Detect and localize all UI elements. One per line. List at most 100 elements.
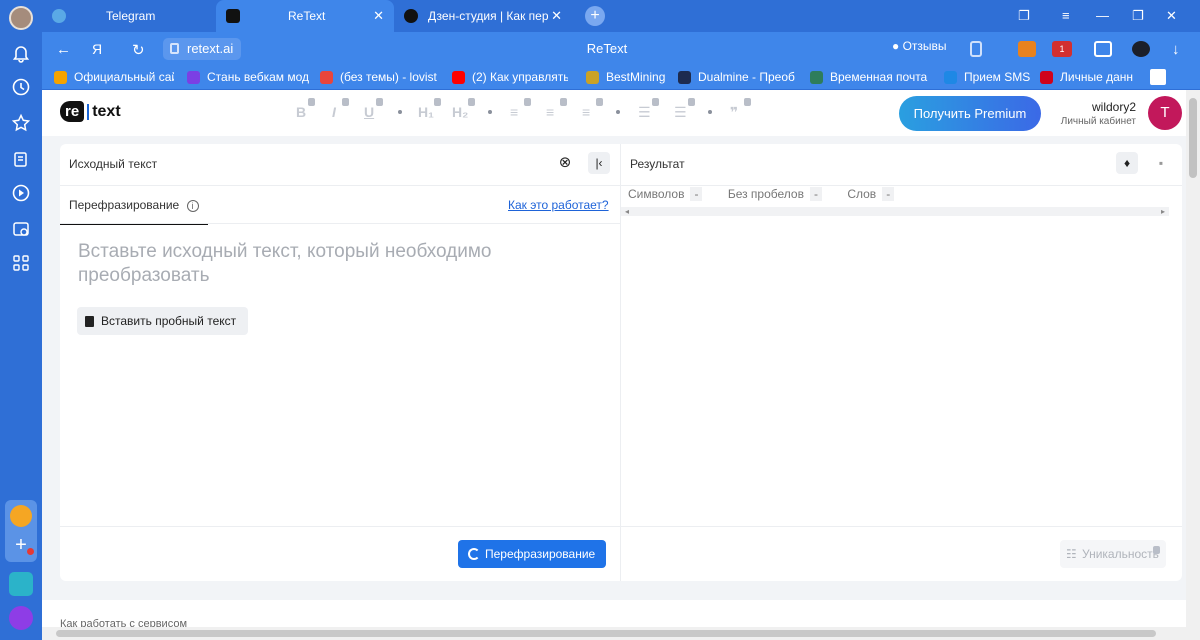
- lock-icon: [170, 43, 179, 54]
- reading-icon[interactable]: [1094, 41, 1112, 57]
- back-arrow-icon[interactable]: ←: [56, 41, 71, 58]
- stat-nospace-label: Без пробелов: [727, 187, 804, 201]
- new-tab-button[interactable]: +: [585, 6, 605, 26]
- refresh-icon: [468, 548, 480, 560]
- scroll-right-icon[interactable]: ▸: [1161, 207, 1165, 216]
- bookmark-item[interactable]: Личные данн: [1040, 70, 1136, 84]
- video-play-icon[interactable]: [10, 182, 32, 204]
- telegram-icon: [52, 9, 66, 23]
- reviews-button[interactable]: ● Отзывы: [892, 39, 947, 53]
- align-right-icon[interactable]: ≡: [582, 104, 590, 120]
- user-avatar[interactable]: T: [1148, 96, 1182, 130]
- panel-header-divider: [60, 185, 1182, 186]
- tab-telegram[interactable]: Telegram: [42, 0, 216, 32]
- speech-bubble-icon: ●: [892, 39, 900, 53]
- collections-icon[interactable]: [10, 148, 32, 170]
- bold-icon[interactable]: B: [296, 104, 306, 120]
- menu-icon[interactable]: ≡: [1062, 8, 1070, 23]
- stat-words-label: Слов: [847, 187, 877, 201]
- page-footer: Как работать с сервисом: [42, 600, 1186, 627]
- bookmarks-star-icon[interactable]: [10, 112, 32, 134]
- page-vertical-scrollbar[interactable]: [1186, 90, 1200, 627]
- retext-logo[interactable]: re text: [60, 101, 121, 122]
- tab-dzen[interactable]: Дзен-студия | Как перефр ✕: [394, 0, 572, 32]
- bookmark-label: Личные данн: [1060, 70, 1134, 84]
- close-tab-icon[interactable]: ✕: [373, 8, 384, 24]
- stat-chars-label: Символов: [628, 187, 685, 201]
- reload-icon[interactable]: ↻: [132, 41, 145, 59]
- align-center-icon[interactable]: ≡: [546, 104, 554, 120]
- scrollbar-thumb[interactable]: [56, 630, 1156, 637]
- numbered-list-icon[interactable]: ☰: [638, 104, 651, 121]
- url-field[interactable]: retext.ai: [163, 38, 241, 60]
- screenshot-icon[interactable]: [10, 218, 32, 240]
- bookmark-item[interactable]: Прием SMS: [944, 70, 1036, 84]
- bullet-list-icon[interactable]: ☰: [674, 104, 687, 121]
- tab-title: Дзен-студия | Как перефр: [428, 9, 548, 23]
- collapse-panel-icon[interactable]: |‹: [588, 152, 610, 174]
- extension-fox-icon[interactable]: [1132, 41, 1150, 57]
- messenger-app-icon[interactable]: [9, 572, 33, 596]
- page-horizontal-scrollbar[interactable]: [42, 627, 1200, 640]
- align-left-icon[interactable]: ≡: [510, 104, 518, 120]
- history-clock-icon[interactable]: [10, 76, 32, 98]
- save-disk-icon[interactable]: ▪: [1150, 152, 1172, 174]
- heading-2-icon[interactable]: H₂: [452, 104, 468, 120]
- bookmark-item[interactable]: Официальный сай: [54, 70, 174, 84]
- bookmark-favicon-icon: [1040, 70, 1053, 84]
- scrollbar-thumb[interactable]: [1189, 98, 1197, 178]
- underline-icon[interactable]: U: [364, 104, 374, 120]
- get-premium-button[interactable]: Получить Premium: [899, 96, 1041, 131]
- downloads-icon[interactable]: ↓: [1172, 41, 1180, 58]
- close-window-icon[interactable]: ✕: [1166, 8, 1177, 24]
- alice-assistant-icon[interactable]: [9, 606, 33, 630]
- stats-scrollbar[interactable]: ◂ ▸: [621, 207, 1169, 216]
- insert-sample-text-button[interactable]: Вставить пробный текст: [77, 307, 248, 335]
- italic-icon[interactable]: I: [332, 104, 336, 120]
- bookmark-item[interactable]: Dualmine - Преоб: [678, 70, 798, 84]
- source-text-input[interactable]: Вставьте исходный текст, который необход…: [78, 240, 558, 288]
- user-account[interactable]: wildory2 Личный кабинет: [1032, 100, 1136, 127]
- restore-icon[interactable]: ❐: [1132, 8, 1144, 24]
- tab-retext[interactable]: ReText ✕: [216, 0, 394, 32]
- extension-s-icon[interactable]: [1150, 69, 1166, 85]
- stat-nospace-value: -: [809, 187, 822, 201]
- bookmark-item[interactable]: Стань вебкам мод: [187, 70, 309, 84]
- info-icon[interactable]: i: [186, 200, 199, 212]
- bookmark-favicon-icon: [810, 70, 823, 84]
- lock-icon: [434, 98, 441, 106]
- lock-icon: [596, 98, 603, 106]
- tab-paraphrase[interactable]: Перефразирование i: [69, 198, 199, 212]
- uniqueness-button[interactable]: ☷ Уникальность: [1060, 540, 1166, 568]
- extension-ae-icon[interactable]: 1: [1052, 41, 1072, 57]
- bell-icon[interactable]: [10, 42, 32, 64]
- bookmark-item[interactable]: (2) Как управлять: [452, 70, 568, 84]
- bookmark-favicon-icon: [187, 70, 200, 84]
- quote-icon[interactable]: ❞: [730, 104, 738, 121]
- bookmark-label: Официальный сай: [74, 70, 174, 84]
- how-to-use-link[interactable]: Как работать с сервисом: [60, 618, 187, 627]
- editor-card: Исходный текст ⊗ |‹ Перефразирование i К…: [60, 144, 1182, 581]
- close-tab-icon[interactable]: ✕: [551, 8, 562, 24]
- notification-dot: [27, 548, 34, 555]
- yandex-icon[interactable]: Я: [92, 41, 102, 57]
- minimize-icon[interactable]: —: [1096, 8, 1109, 23]
- paraphrase-button[interactable]: Перефразирование: [458, 540, 606, 568]
- heading-1-icon[interactable]: H₁: [418, 104, 434, 120]
- bookmark-item[interactable]: Временная почта: [810, 70, 928, 84]
- scroll-left-icon[interactable]: ◂: [625, 207, 629, 216]
- how-it-works-link[interactable]: Как это работает?: [508, 198, 609, 212]
- tab-strip: Telegram ReText ✕ Дзен-студия | Как пере…: [42, 0, 1200, 32]
- bookmark-page-icon[interactable]: [970, 41, 982, 57]
- mail-app-icon[interactable]: [10, 505, 32, 527]
- highlight-lamp-icon[interactable]: ♦: [1116, 152, 1138, 174]
- bookmark-item[interactable]: BestMining: [586, 70, 676, 84]
- bookmark-item[interactable]: (без темы) - lovist: [320, 70, 438, 84]
- profile-avatar[interactable]: [9, 6, 33, 30]
- page-title: ReText: [586, 41, 628, 56]
- app-header: re text B I U H₁ H₂ ≡ ≡ ≡ ☰ ☰ ❞ Получить…: [42, 90, 1186, 136]
- apps-grid-icon[interactable]: [10, 252, 32, 274]
- tab-manager-icon[interactable]: ❐: [1018, 8, 1030, 24]
- clear-circle-x-icon[interactable]: ⊗: [554, 152, 576, 174]
- metamask-icon[interactable]: [1018, 41, 1036, 57]
